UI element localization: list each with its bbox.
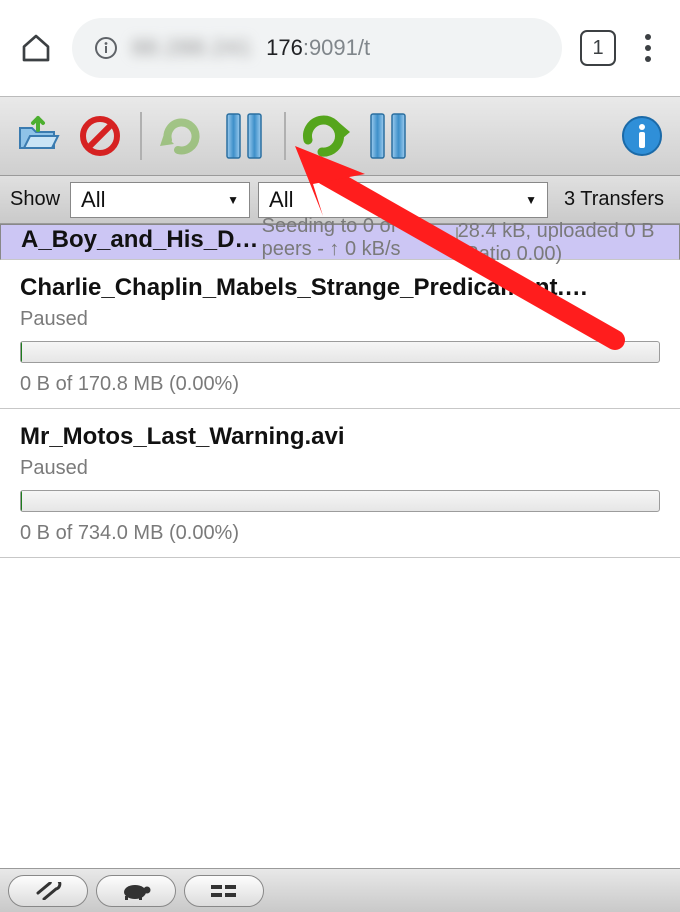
home-icon — [20, 32, 52, 64]
info-icon — [94, 36, 118, 60]
toolbar-separator — [140, 112, 142, 160]
play-all-icon — [302, 114, 350, 158]
torrent-status: Paused — [20, 308, 660, 331]
torrent-footer: 0 B of 170.8 MB (0.00%) — [20, 373, 660, 396]
torrent-status: Paused — [20, 457, 660, 480]
info-circle-icon — [620, 114, 664, 158]
torrent-list: A_Boy_and_His_Dog.avi.torrent Seeding to… — [0, 224, 680, 558]
play-arrow-icon — [160, 114, 204, 158]
state-filter-select[interactable]: All ▼ — [70, 182, 250, 218]
torrent-row[interactable]: Charlie_Chaplin_Mabels_Strange_Predicame… — [0, 260, 680, 409]
url-bar[interactable]: 88.288.241 176:9091/t — [72, 18, 562, 78]
start-button[interactable] — [154, 108, 210, 164]
transfer-count: 3 Transfers — [556, 188, 672, 211]
dot-icon — [645, 45, 651, 51]
torrent-status: Seeding to 0 of 0 peers - ↑ 0 kB/s — [262, 215, 456, 261]
torrent-title: Mr_Motos_Last_Warning.avi — [20, 423, 660, 451]
chevron-down-icon: ▼ — [227, 193, 239, 207]
main-toolbar — [0, 96, 680, 176]
tracker-filter-value: All — [269, 187, 293, 213]
url-host: 176 — [266, 35, 303, 60]
inspector-button[interactable] — [614, 108, 670, 164]
compact-icon — [211, 884, 237, 898]
url-path: :9091/t — [303, 35, 370, 60]
state-filter-value: All — [81, 187, 105, 213]
remove-torrent-button[interactable] — [72, 108, 128, 164]
pause-all-button[interactable] — [360, 108, 416, 164]
torrent-row[interactable]: A_Boy_and_His_Dog.avi.torrent Seeding to… — [0, 224, 680, 260]
compact-view-button[interactable] — [184, 875, 264, 907]
pause-button[interactable] — [216, 108, 272, 164]
progress-bar — [20, 341, 660, 363]
progress-bar — [20, 490, 660, 512]
show-label: Show — [8, 188, 62, 211]
tracker-filter-select[interactable]: All ▼ — [258, 182, 548, 218]
progress-bar — [456, 227, 458, 249]
turtle-icon — [119, 882, 153, 900]
tabs-button[interactable]: 1 — [580, 30, 616, 66]
torrent-row[interactable]: Mr_Motos_Last_Warning.avi Paused 0 B of … — [0, 409, 680, 558]
settings-button[interactable] — [8, 875, 88, 907]
turtle-mode-button[interactable] — [96, 875, 176, 907]
browser-menu-button[interactable] — [634, 30, 662, 66]
pause-icon — [224, 112, 264, 160]
prohibit-icon — [79, 115, 121, 157]
torrent-footer: 0 B of 734.0 MB (0.00%) — [20, 522, 660, 545]
start-all-button[interactable] — [298, 108, 354, 164]
dot-icon — [645, 34, 651, 40]
dot-icon — [645, 56, 651, 62]
url-hidden: 88.288.241 — [132, 35, 252, 61]
toolbar-separator — [284, 112, 286, 160]
status-bar — [0, 868, 680, 912]
open-torrent-button[interactable] — [10, 108, 66, 164]
chevron-down-icon: ▼ — [525, 193, 537, 207]
browser-chrome: 88.288.241 176:9091/t 1 — [0, 0, 680, 96]
torrent-footer: 28.4 kB, uploaded 0 B (Ratio 0.00) — [458, 220, 659, 266]
folder-open-icon — [16, 114, 60, 158]
tab-count: 1 — [592, 37, 603, 60]
pause-all-icon — [368, 112, 408, 160]
torrent-title: A_Boy_and_His_Dog.avi.torrent — [21, 226, 262, 254]
wrench-icon — [34, 882, 62, 900]
home-button[interactable] — [18, 30, 54, 66]
torrent-title: Charlie_Chaplin_Mabels_Strange_Predicame… — [20, 274, 660, 302]
